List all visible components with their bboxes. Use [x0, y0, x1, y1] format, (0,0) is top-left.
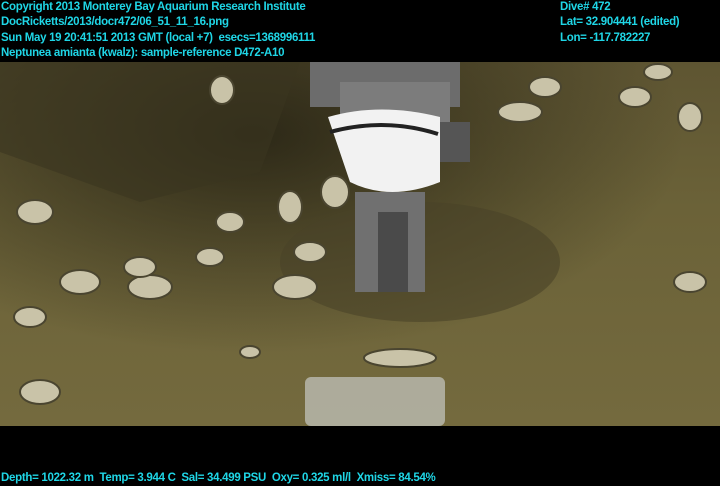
sensor-readout-text: Depth= 1022.32 m Temp= 3.944 C Sal= 34.4…: [1, 472, 436, 484]
datetime-text: Sun May 19 20:41:51 2013 GMT (local +7) …: [1, 32, 316, 44]
annotation-text: Neptunea amianta (kwalz): sample-referen…: [1, 47, 285, 59]
longitude-text: Lon= -117.782227: [560, 32, 651, 44]
copyright-text: Copyright 2013 Monterey Bay Aquarium Res…: [1, 1, 306, 13]
sample-tube: [305, 377, 445, 426]
file-path-text: DocRicketts/2013/docr472/06_51_11_16.png: [1, 16, 229, 28]
dive-number-text: Dive# 472: [560, 1, 611, 13]
seafloor-scene: [0, 62, 720, 426]
seafloor-video-frame: [0, 62, 720, 426]
latitude-text: Lat= 32.904441 (edited): [560, 16, 680, 28]
